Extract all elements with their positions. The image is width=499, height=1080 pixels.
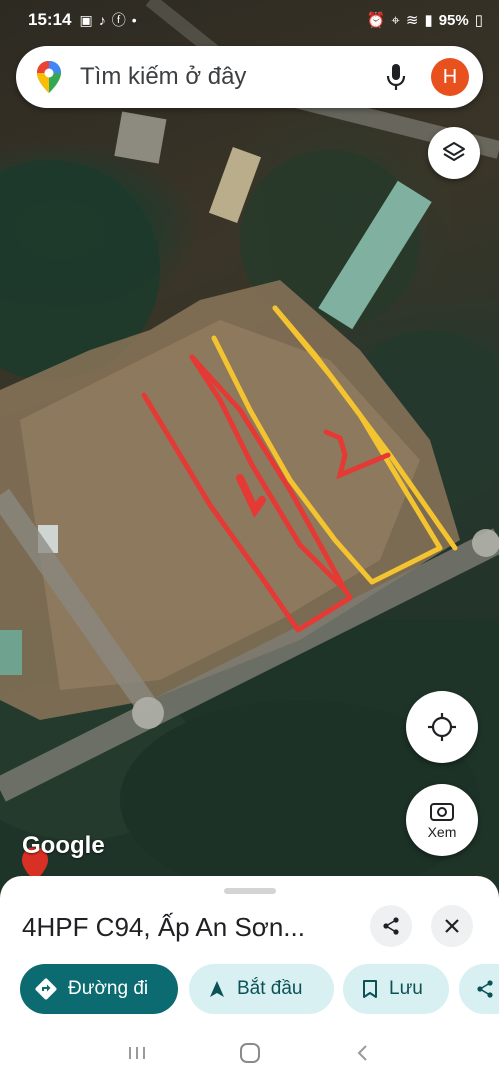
maps-logo-icon <box>37 61 61 93</box>
crosshair-icon <box>428 713 456 741</box>
save-label: Lưu <box>389 978 423 999</box>
home-icon[interactable] <box>239 1042 261 1064</box>
close-button[interactable] <box>431 905 473 947</box>
gallery-icon: ▣ <box>79 11 93 28</box>
directions-button[interactable]: Đường đi <box>20 964 178 1014</box>
bookmark-icon <box>363 980 377 998</box>
save-button[interactable]: Lưu <box>343 964 449 1014</box>
layers-button[interactable] <box>428 127 480 179</box>
recent-apps-icon[interactable] <box>126 1044 148 1062</box>
signal-icon: ▮ <box>424 12 433 29</box>
satellite-imagery <box>0 0 499 900</box>
wifi-icon: ≋ <box>405 12 419 29</box>
layers-icon <box>443 142 465 161</box>
street-view-button[interactable]: Xem <box>406 784 478 856</box>
back-icon[interactable] <box>353 1043 373 1063</box>
share-icon <box>383 917 399 935</box>
drag-handle[interactable] <box>224 888 276 894</box>
battery-icon: ▯ <box>474 12 483 29</box>
start-button[interactable]: Bắt đầu <box>189 964 334 1014</box>
share-chip[interactable] <box>459 964 499 1014</box>
directions-label: Đường đi <box>68 978 149 999</box>
directions-icon <box>35 978 57 1000</box>
place-bottom-sheet[interactable]: 4HPF C94, Ấp An Sơn... Đường đi Bắt đầu … <box>0 876 499 1080</box>
camera-icon <box>430 803 454 821</box>
dot-icon: • <box>131 12 137 28</box>
street-view-label: Xem <box>427 824 457 840</box>
share-icon <box>477 980 493 998</box>
place-title: 4HPF C94, Ấp An Sơn... <box>22 912 305 942</box>
alarm-icon: ⏰ <box>366 12 386 29</box>
search-input[interactable]: Tìm kiếm ở đây <box>80 63 385 91</box>
map-view[interactable] <box>0 0 499 900</box>
navigation-arrow-icon <box>210 981 224 997</box>
system-nav-bar <box>0 1026 499 1080</box>
location-icon: ⌖ <box>391 11 400 29</box>
start-label: Bắt đầu <box>237 978 303 999</box>
avatar[interactable]: H <box>431 58 469 96</box>
search-bar[interactable]: Tìm kiếm ở đây H <box>16 46 483 108</box>
status-time: 15:14 <box>28 10 72 29</box>
google-attribution: Google <box>22 832 105 859</box>
facebook-icon: ⓕ <box>111 12 126 28</box>
close-icon <box>445 919 459 933</box>
mic-icon[interactable] <box>385 62 407 92</box>
battery-level: 95% <box>438 11 469 29</box>
status-bar: 15:14 ▣ ♪ ⓕ • ⏰ ⌖ ≋ ▮ 95% ▯ <box>0 0 499 40</box>
action-chips: Đường đi Bắt đầu Lưu <box>20 964 499 1014</box>
my-location-button[interactable] <box>406 691 478 763</box>
tiktok-icon: ♪ <box>98 12 106 28</box>
share-button[interactable] <box>370 905 412 947</box>
